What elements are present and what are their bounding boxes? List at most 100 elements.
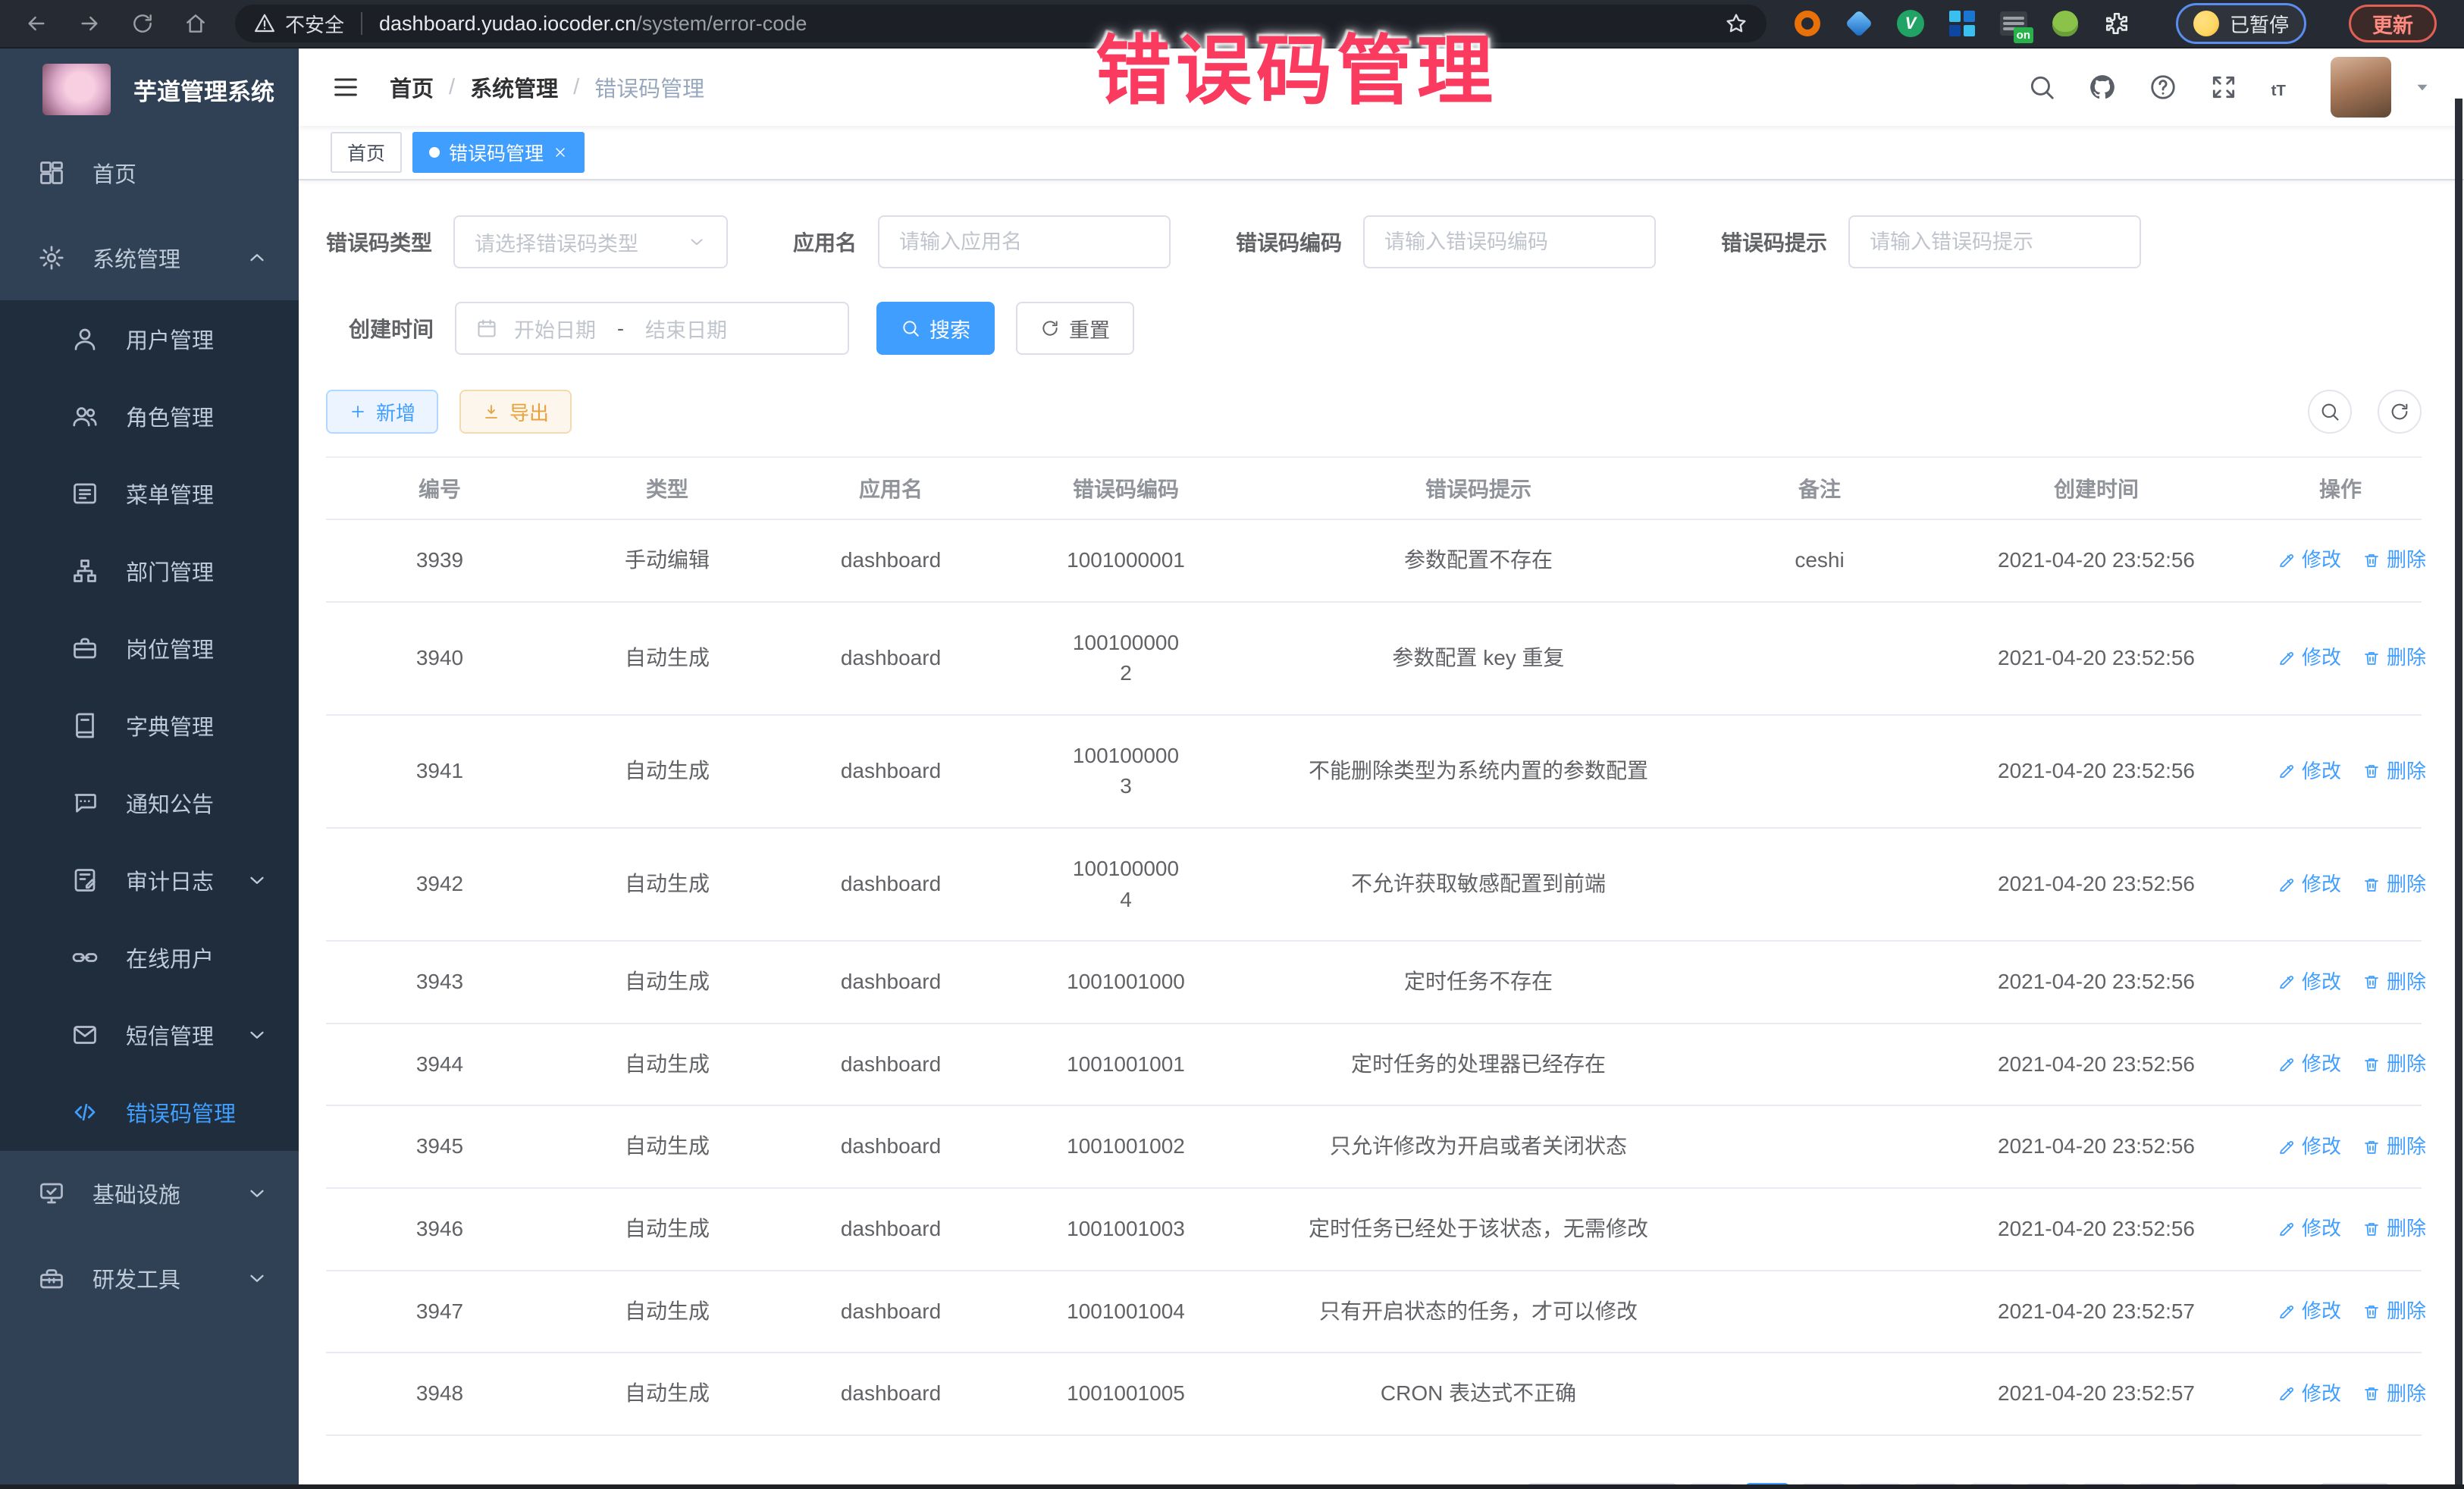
delete-link[interactable]: 删除 [2362, 1133, 2426, 1161]
delete-icon [2362, 762, 2381, 780]
edit-link[interactable]: 修改 [2277, 1297, 2341, 1326]
tag-home[interactable]: 首页 [331, 132, 402, 173]
reset-button[interactable]: 重置 [1016, 302, 1134, 355]
sidebar-item-首页[interactable]: 首页 [0, 130, 299, 215]
bookmark-star-icon[interactable] [1724, 11, 1748, 36]
sidebar-logo[interactable]: 芋道管理系统 [0, 49, 299, 130]
tag-error-code[interactable]: 错误码管理 [412, 132, 585, 173]
logo-avatar [42, 64, 111, 115]
date-range-picker[interactable]: 开始日期 - 结束日期 [455, 302, 849, 355]
help-icon[interactable] [2149, 73, 2177, 102]
sidebar-item-用户管理[interactable]: 用户管理 [0, 300, 299, 378]
browser-home-icon[interactable] [174, 2, 217, 45]
tag-home-label: 首页 [347, 139, 385, 166]
filter-error-code-label: 错误码编码 [1236, 227, 1342, 257]
breadcrumb-system[interactable]: 系统管理 [470, 71, 558, 103]
sidebar-item-角色管理[interactable]: 角色管理 [0, 378, 299, 455]
add-button[interactable]: 新增 [326, 390, 438, 434]
edit-link[interactable]: 修改 [2277, 757, 2341, 786]
cell-message: 参数配置不存在 [1251, 520, 1706, 601]
edit-link[interactable]: 修改 [2277, 1050, 2341, 1079]
sidebar-item-部门管理[interactable]: 部门管理 [0, 532, 299, 610]
delete-link[interactable]: 删除 [2362, 644, 2426, 672]
search-button[interactable]: 搜索 [876, 302, 995, 355]
extension-cubes-icon[interactable] [1947, 8, 1977, 39]
browser-profile-chip[interactable]: 已暂停 [2176, 3, 2306, 44]
delete-link[interactable]: 删除 [2362, 1380, 2426, 1409]
toggle-search-button[interactable] [2308, 390, 2352, 434]
sidebar-item-岗位管理[interactable]: 岗位管理 [0, 610, 299, 687]
delete-link[interactable]: 删除 [2362, 968, 2426, 997]
sidebar-item-短信管理[interactable]: 短信管理 [0, 996, 299, 1074]
sidebar-item-菜单管理[interactable]: 菜单管理 [0, 455, 299, 532]
sidebar-toggle-icon[interactable] [331, 72, 361, 102]
sidebar-item-研发工具[interactable]: 研发工具 [0, 1236, 299, 1321]
delete-link[interactable]: 删除 [2362, 1050, 2426, 1079]
edit-link[interactable]: 修改 [2277, 644, 2341, 672]
browser-update-button[interactable]: 更新 [2349, 5, 2437, 42]
extensions-puzzle-icon[interactable] [2102, 8, 2132, 39]
extension-vue-icon[interactable]: V [1895, 8, 1926, 39]
export-button[interactable]: 导出 [459, 390, 572, 434]
tag-close-icon[interactable] [553, 145, 568, 160]
delete-link[interactable]: 删除 [2362, 757, 2426, 786]
delete-link[interactable]: 删除 [2362, 546, 2426, 575]
error-msg-input[interactable] [1848, 215, 2141, 268]
sidebar-item-基础设施[interactable]: 基础设施 [0, 1151, 299, 1236]
github-icon[interactable] [2088, 73, 2117, 102]
cell-type: 自动生成 [553, 618, 781, 699]
sidebar-item-通知公告[interactable]: 通知公告 [0, 764, 299, 842]
sidebar-item-字典管理[interactable]: 字典管理 [0, 687, 299, 764]
delete-link[interactable]: 删除 [2362, 1297, 2426, 1326]
avatar-caret-icon[interactable] [2412, 77, 2432, 97]
extension-bug-icon[interactable] [2050, 8, 2080, 39]
security-warning-icon[interactable] [253, 12, 276, 35]
table-row: 3940 自动生成 dashboard 100100000 2 参数配置 key… [326, 603, 2422, 716]
extension-orange-icon[interactable] [1792, 8, 1823, 39]
edit-link[interactable]: 修改 [2277, 968, 2341, 997]
sidebar-item-在线用户[interactable]: 在线用户 [0, 919, 299, 996]
cell-memo [1706, 746, 1933, 796]
error-code-input[interactable] [1363, 215, 1656, 268]
sidebar: 芋道管理系统 首页 系统管理 用户管理 角色管理 菜单管理 部门管理 岗位管理 … [0, 49, 299, 1489]
filter-row-2: 创建时间 开始日期 - 结束日期 搜索 重置 [326, 302, 2422, 355]
reset-button-icon [1040, 318, 1060, 338]
edit-link[interactable]: 修改 [2277, 1380, 2341, 1409]
edit-link[interactable]: 修改 [2277, 870, 2341, 899]
fullscreen-icon[interactable] [2209, 73, 2238, 102]
sidebar-item-系统管理[interactable]: 系统管理 [0, 215, 299, 300]
edit-link[interactable]: 修改 [2277, 1215, 2341, 1243]
sidebar-item-label: 通知公告 [126, 787, 268, 819]
delete-link[interactable]: 删除 [2362, 1215, 2426, 1243]
cell-code: 100100000 3 [1001, 716, 1251, 827]
app-name-input[interactable] [878, 215, 1171, 268]
header-search-icon[interactable] [2027, 73, 2056, 102]
font-size-icon[interactable]: tT [2270, 73, 2299, 102]
error-type-select[interactable]: 请选择错误码类型 [453, 215, 728, 268]
user-avatar[interactable] [2331, 57, 2391, 118]
browser-reload-icon[interactable] [121, 2, 164, 45]
delete-icon [2362, 1302, 2381, 1321]
refresh-table-button[interactable] [2378, 390, 2422, 434]
delete-link[interactable]: 删除 [2362, 870, 2426, 899]
tag-active-dot [429, 147, 440, 158]
cell-code: 100100000 4 [1001, 829, 1251, 940]
extension-gem-icon[interactable] [1844, 8, 1874, 39]
breadcrumb-home[interactable]: 首页 [390, 71, 434, 103]
role-users-icon [71, 403, 99, 430]
address-bar[interactable]: 不安全 dashboard.yudao.iocoder.cn/system/er… [235, 5, 1766, 42]
sidebar-item-错误码管理[interactable]: 错误码管理 [0, 1074, 299, 1151]
security-label[interactable]: 不安全 [285, 10, 344, 38]
breadcrumb-separator: / [449, 75, 455, 100]
extension-switch-icon[interactable]: on [1998, 8, 2029, 39]
browser-back-icon[interactable] [15, 2, 58, 45]
date-start-placeholder[interactable]: 开始日期 [514, 314, 596, 343]
filter-error-msg: 错误码提示 [1721, 215, 2141, 268]
edit-link[interactable]: 修改 [2277, 1133, 2341, 1161]
edit-icon [2277, 1302, 2296, 1321]
edit-link[interactable]: 修改 [2277, 546, 2341, 575]
sidebar-item-审计日志[interactable]: 审计日志 [0, 842, 299, 919]
page-scrollbar[interactable] [2455, 99, 2462, 1484]
date-end-placeholder[interactable]: 结束日期 [645, 314, 727, 343]
browser-forward-icon[interactable] [68, 2, 111, 45]
